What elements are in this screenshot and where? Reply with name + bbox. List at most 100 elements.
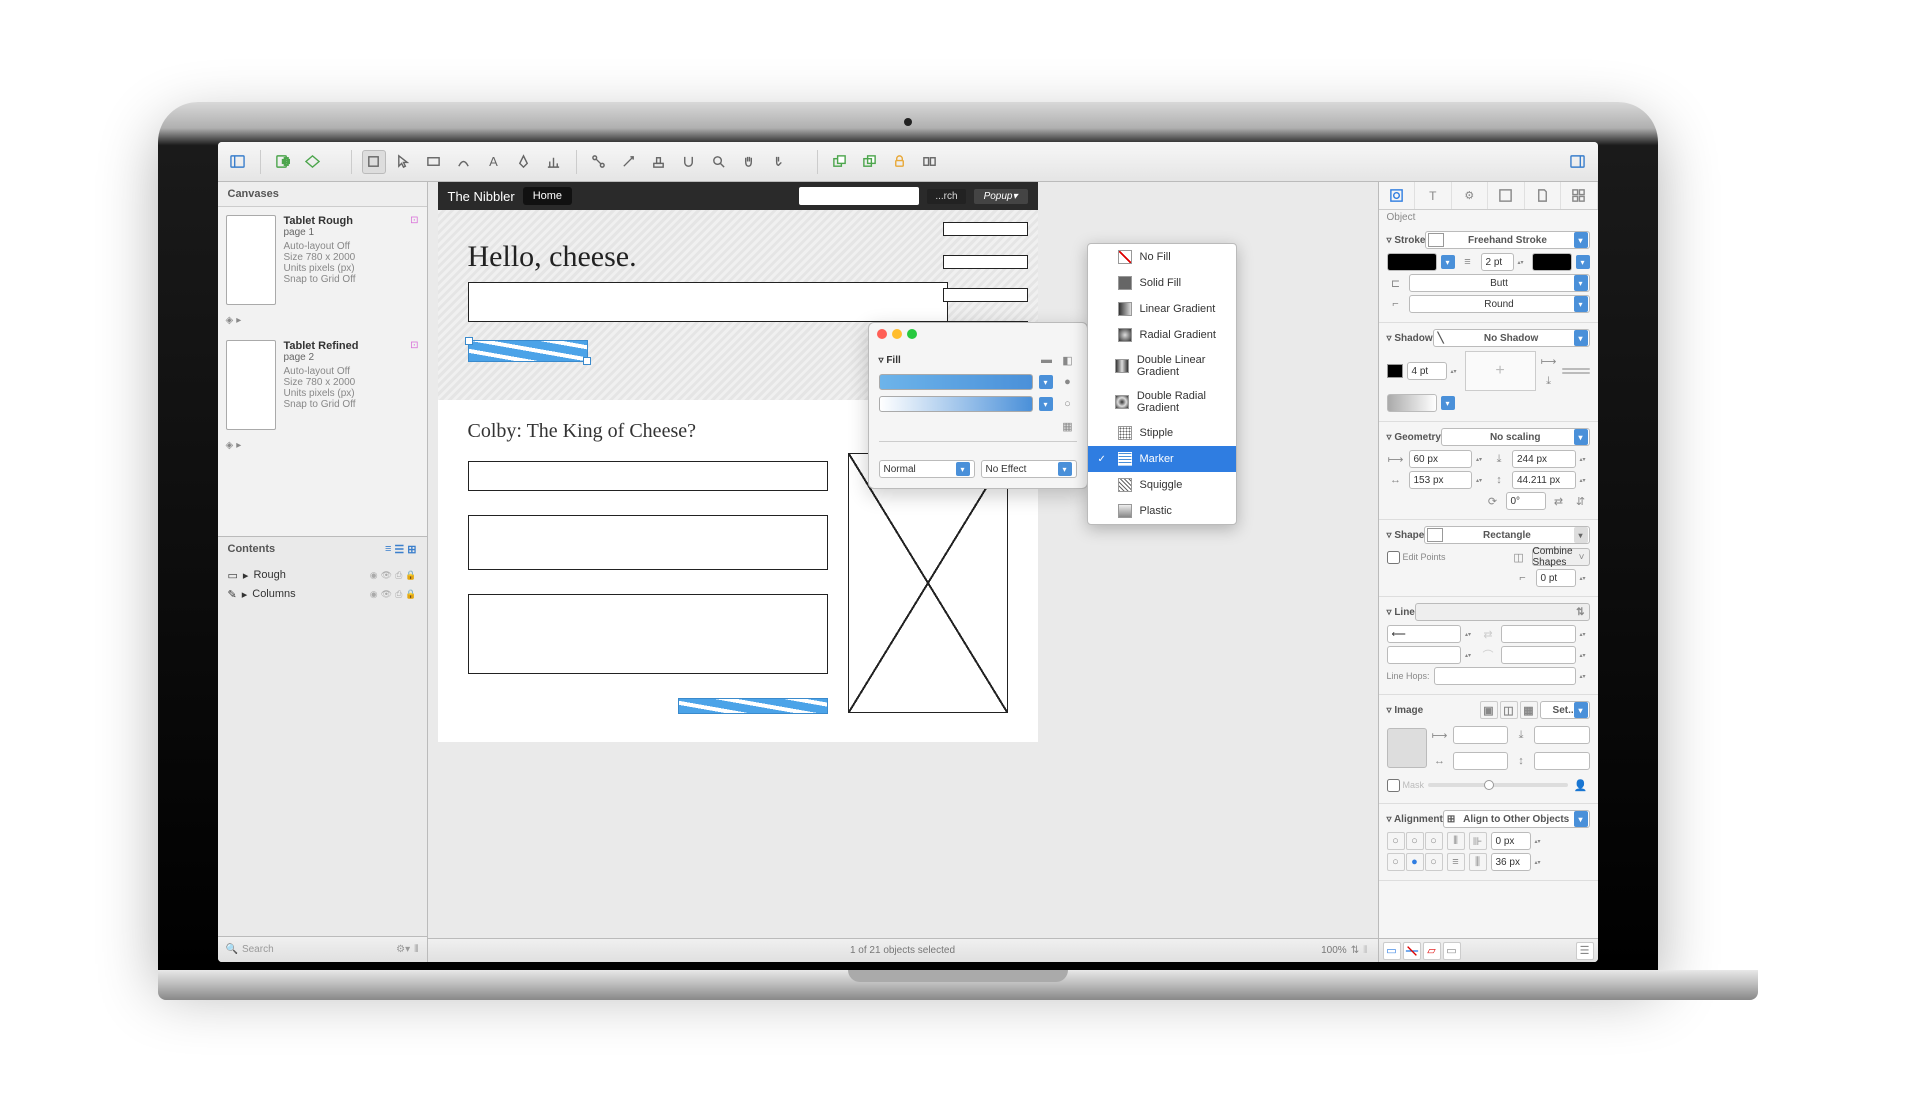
fill-type-icon[interactable]: ◧ [1059, 351, 1077, 369]
stepper-icon[interactable]: ▴▾ [1535, 859, 1545, 866]
shadow-blur-dd[interactable]: ▾ [1441, 396, 1455, 410]
img-w-field[interactable] [1453, 752, 1509, 770]
distribute-v-icon[interactable]: ≡ [1447, 853, 1465, 871]
img-h-field[interactable] [1534, 752, 1590, 770]
image-fit-icon[interactable]: ▣ [1480, 701, 1498, 719]
pen-tool-button[interactable] [512, 150, 536, 174]
stroke-color-dd[interactable]: ▾ [1441, 255, 1455, 269]
stepper-icon[interactable]: ▴▾ [1580, 652, 1590, 659]
line-type-select[interactable]: ⇅ [1415, 603, 1590, 621]
stepper-icon[interactable]: ▴▾ [1535, 838, 1545, 845]
line-start-field[interactable]: ⟵ [1387, 625, 1462, 643]
stepper-icon[interactable]: ▴▾ [1580, 575, 1590, 582]
dash-icon[interactable]: ≡ [1459, 253, 1477, 271]
fill-menu-radial[interactable]: Radial Gradient [1088, 322, 1236, 348]
close-icon[interactable] [877, 329, 887, 339]
combine-select[interactable]: Combine Shapes˅ [1532, 548, 1590, 566]
edit-points-checkbox[interactable] [1387, 551, 1400, 564]
inspector-tab-object[interactable] [1379, 182, 1416, 209]
inspector-tab-document[interactable] [1525, 182, 1562, 209]
image-fit-icon[interactable]: ▦ [1520, 701, 1538, 719]
align-middle-icon[interactable]: ● [1406, 853, 1424, 871]
fill-menu-stipple[interactable]: Stipple [1088, 420, 1236, 446]
grid-view-icon[interactable]: ⊞ [407, 543, 416, 556]
new-layer-button[interactable] [301, 150, 325, 174]
fill-menu-squiggle[interactable]: Squiggle [1088, 472, 1236, 498]
shape-tool-button[interactable] [422, 150, 446, 174]
layers-icon[interactable]: ◈ [226, 440, 234, 451]
height-field[interactable]: 44.211 px [1512, 471, 1576, 489]
blend-mode-select[interactable]: Normal▾ [879, 460, 975, 478]
diagram-tool-button[interactable] [542, 150, 566, 174]
shadow-y-field[interactable] [1562, 372, 1590, 374]
style-swatch-icon[interactable]: ▭ [1383, 942, 1401, 960]
effect-select[interactable]: No Effect▾ [981, 460, 1077, 478]
stepper-icon[interactable]: ▴▾ [1580, 631, 1590, 638]
print-icon[interactable]: ⎙ [395, 589, 402, 600]
stroke-width-field[interactable]: 2 pt [1481, 253, 1514, 271]
front-button[interactable] [828, 150, 852, 174]
image-fit-icon[interactable]: ◫ [1500, 701, 1518, 719]
connect-tool-button[interactable] [587, 150, 611, 174]
favorite-style-icon[interactable]: ☰ [1576, 942, 1594, 960]
stepper-icon[interactable]: ▴▾ [1476, 456, 1486, 463]
align-left-icon[interactable]: ○ [1387, 832, 1405, 850]
magnet-tool-button[interactable] [677, 150, 701, 174]
spacing-v-icon[interactable]: ⫼ [1469, 853, 1487, 871]
disclosure-icon[interactable]: ▸ [236, 440, 241, 451]
spacing-h-icon[interactable]: ⊪ [1469, 832, 1487, 850]
contents-item-columns[interactable]: ✎▸Columns ◉👁⎙🔒 [218, 585, 427, 604]
curve-icon[interactable]: ⌒ [1479, 646, 1497, 664]
settings-icon[interactable]: ⚙▾ [396, 944, 410, 955]
shadow-offset-pad[interactable]: + [1465, 351, 1536, 391]
shadow-y-icon[interactable]: ⤓ [1540, 372, 1558, 390]
text-tool-button[interactable]: A [482, 150, 506, 174]
align-right-icon[interactable]: ○ [1425, 832, 1443, 850]
fill-menu-plastic[interactable]: Plastic [1088, 498, 1236, 524]
fill-menu-marker[interactable]: ✓Marker [1088, 446, 1236, 472]
shadow-x-field[interactable] [1562, 368, 1590, 370]
style-swatch-icon[interactable]: ▭ [1443, 942, 1461, 960]
add-color-icon[interactable]: ● [1059, 373, 1077, 391]
zoom-tool-button[interactable] [707, 150, 731, 174]
visibility-icon[interactable]: ◉ [370, 589, 378, 600]
lock-icon[interactable]: 🔒 [405, 589, 416, 600]
line-mid2-field[interactable] [1501, 646, 1576, 664]
canvas-area[interactable]: The Nibbler Home ...rch Popup▾ Hello, ch… [428, 182, 1378, 962]
outline-view-icon[interactable]: ☰ [394, 543, 404, 556]
fill-menu-linear[interactable]: Linear Gradient [1088, 296, 1236, 322]
stepper-icon[interactable]: ▴▾ [1518, 259, 1528, 266]
fill-type-icon[interactable]: ▬ [1038, 351, 1056, 369]
spacing-h-field[interactable]: 0 px [1491, 832, 1531, 850]
stepper-icon[interactable]: ▴▾ [1580, 477, 1590, 484]
stepper-icon[interactable]: ▴▾ [1580, 456, 1590, 463]
line-end-field[interactable] [1501, 625, 1576, 643]
stroke-style-dd[interactable]: ▾ [1576, 255, 1590, 269]
rotation-field[interactable]: 0° [1506, 492, 1546, 510]
lock-button[interactable] [888, 150, 912, 174]
inspector-tab-properties[interactable]: ⚙ [1452, 182, 1489, 209]
fill-menu-double-radial[interactable]: Double Radial Gradient [1088, 384, 1236, 420]
flip-h-icon[interactable]: ⇄ [1550, 492, 1568, 510]
style-tool-button[interactable] [617, 150, 641, 174]
line-hops-field[interactable] [1434, 667, 1576, 685]
opacity-slider[interactable] [1428, 783, 1567, 787]
scaling-select[interactable]: No scaling▾ [1441, 428, 1590, 446]
style-swatch-icon[interactable] [1403, 942, 1421, 960]
point-tool-button[interactable] [767, 150, 791, 174]
inspector-toggle-button[interactable] [1566, 150, 1590, 174]
tool-button[interactable] [362, 150, 386, 174]
width-field[interactable]: 153 px [1409, 471, 1473, 489]
zoom-stepper-icon[interactable]: ⇅ [1351, 945, 1359, 956]
rubber-stamp-button[interactable] [647, 150, 671, 174]
img-y-field[interactable] [1534, 726, 1590, 744]
hand-tool-button[interactable] [737, 150, 761, 174]
combine-icon[interactable]: ◫ [1510, 548, 1528, 566]
eye-icon[interactable]: 👁 [381, 570, 392, 581]
shadow-size-field[interactable]: 4 pt [1407, 362, 1447, 380]
visibility-icon[interactable]: ◉ [370, 570, 378, 581]
list-view-icon[interactable]: ≡ [385, 543, 391, 556]
pattern-icon[interactable]: ▦ [1059, 417, 1077, 435]
image-well[interactable] [1387, 728, 1427, 768]
shape-type-select[interactable]: Rectangle▾ [1424, 526, 1589, 544]
